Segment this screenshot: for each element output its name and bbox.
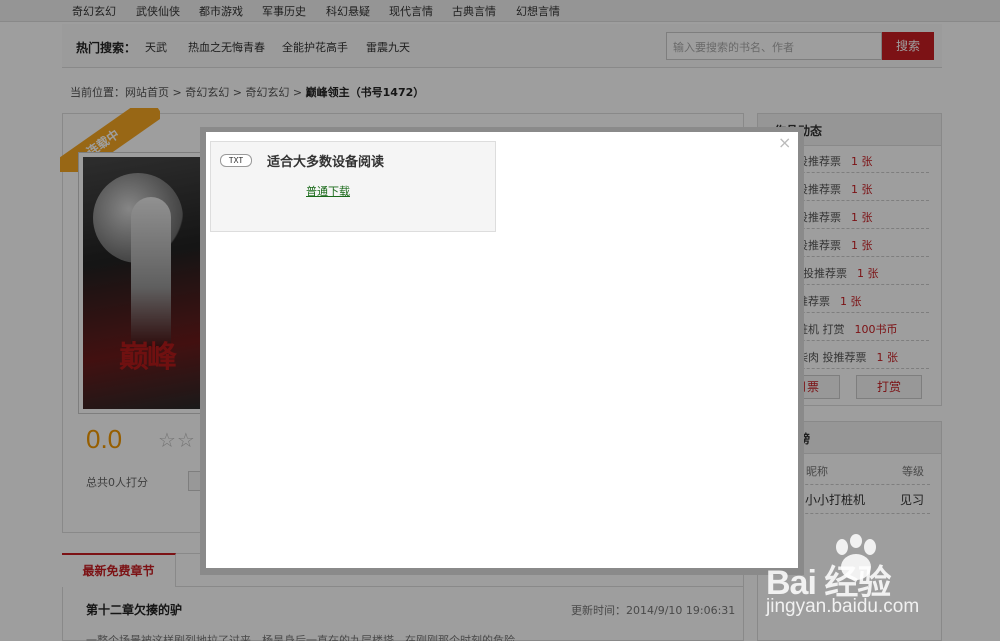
txt-file-icon: TXT: [220, 154, 252, 167]
close-icon[interactable]: ×: [778, 135, 791, 151]
download-option-title: 适合大多数设备阅读: [267, 155, 385, 170]
normal-download-link[interactable]: 普通下载: [306, 183, 350, 199]
watermark-url: jingyan.baidu.com: [766, 596, 920, 617]
